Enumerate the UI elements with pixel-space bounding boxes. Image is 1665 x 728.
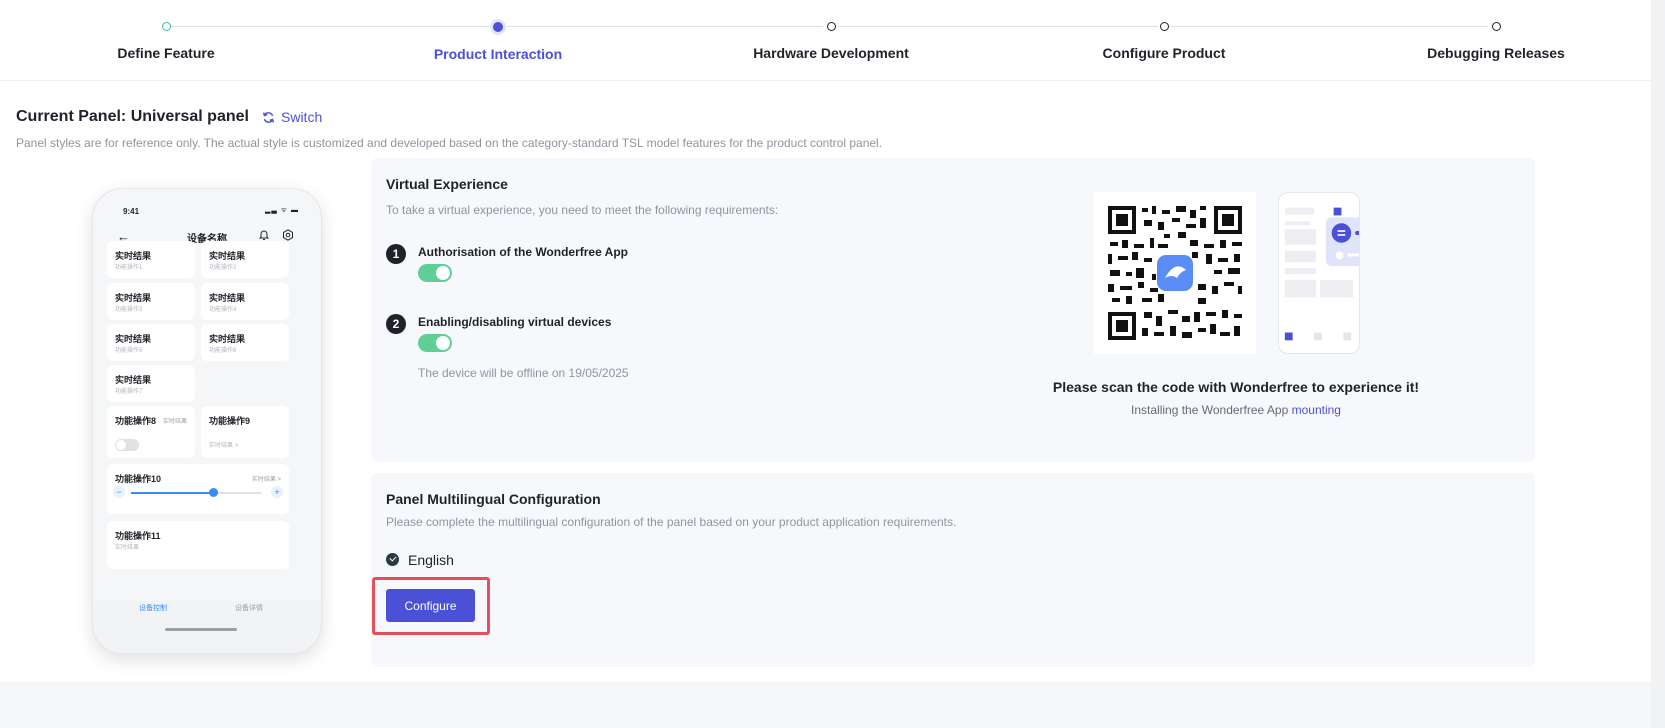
switch-label: Switch <box>281 109 323 125</box>
progress-stepper: Define Feature Product Interaction Hardw… <box>0 0 1665 81</box>
card-title: 实时结果 <box>115 334 152 344</box>
refresh-icon <box>262 111 275 123</box>
requirement-label: Enabling/disabling virtual devices <box>418 315 612 329</box>
language-label: English <box>408 552 454 568</box>
plus-icon: + <box>271 486 283 498</box>
step-number-2: 2 <box>386 314 406 334</box>
phone-screen: 9:41 ▂▃ ᯤ ▬ ← 设备名称 实时结果 功能操作1 实时结果 功能操作2… <box>93 189 321 601</box>
card-value: 实时结果 > <box>251 477 281 483</box>
slider-fill <box>131 492 213 494</box>
step-pending-icon <box>1491 22 1501 31</box>
bell-icon <box>258 230 270 240</box>
card-title: 功能操作9 <box>209 416 251 426</box>
step-label: Product Interaction <box>433 46 563 62</box>
step-define-feature[interactable]: Define Feature <box>56 18 276 61</box>
vertical-scrollbar[interactable] <box>1651 0 1665 728</box>
phone-card: 实时结果 功能操作4 <box>201 283 289 320</box>
card-subtitle: 功能操作6 <box>209 348 237 354</box>
phone-time: 9:41 <box>123 207 140 216</box>
page-title: Current Panel: Universal panel <box>16 108 249 125</box>
step-pending-icon <box>826 22 836 31</box>
phone-tab-bar: 设备控制 设备详情 <box>93 601 321 621</box>
virtual-experience-section: Virtual Experience To take a virtual exp… <box>371 158 1535 462</box>
app-preview-illustration <box>1278 192 1360 354</box>
step-number-1: 1 <box>386 244 406 264</box>
step-product-interaction[interactable]: Product Interaction <box>388 18 608 62</box>
phone-toggle <box>115 439 139 451</box>
phone-card-toggle: 功能操作8 实时结果 <box>107 406 195 458</box>
install-label: Installing the Wonderfree App <box>1131 403 1289 417</box>
step-label: Debugging Releases <box>1427 45 1565 61</box>
mounting-link[interactable]: mounting <box>1292 403 1341 417</box>
card-subtitle: 功能操作3 <box>115 307 143 313</box>
step-label: Define Feature <box>117 45 215 61</box>
card-subtitle: 功能操作2 <box>209 265 237 271</box>
card-subtitle: 实时结果 > <box>209 443 239 449</box>
card-title: 功能操作10 <box>115 474 162 484</box>
phone-card-slider: 功能操作10 实时结果 > − + <box>107 464 289 514</box>
card-title: 实时结果 <box>209 251 246 261</box>
minus-icon: − <box>113 486 125 498</box>
card-title: 实时结果 <box>115 293 152 303</box>
home-indicator <box>165 628 237 631</box>
card-subtitle: 功能操作5 <box>115 348 143 354</box>
card-subtitle: 功能操作7 <box>115 389 143 395</box>
offline-note: The device will be offline on 19/05/2025 <box>418 366 629 380</box>
card-subtitle: 功能操作4 <box>209 307 237 313</box>
multilingual-section: Panel Multilingual Configuration Please … <box>371 473 1535 667</box>
requirement-label: Authorisation of the Wonderfree App <box>418 245 628 259</box>
check-circle-icon <box>386 553 399 566</box>
step-configure-product[interactable]: Configure Product <box>1054 18 1274 61</box>
multilingual-description: Please complete the multilingual configu… <box>386 515 957 529</box>
phone-card: 实时结果 功能操作7 <box>107 365 195 402</box>
virtual-experience-title: Virtual Experience <box>386 176 508 192</box>
card-subtitle: 功能操作1 <box>115 265 143 271</box>
card-title: 功能操作8 <box>115 416 157 426</box>
card-value: 实时结果 <box>162 419 187 425</box>
slider-knob <box>209 488 218 497</box>
phone-card: 实时结果 功能操作3 <box>107 283 195 320</box>
step-label: Configure Product <box>1102 45 1226 61</box>
scan-instruction: Please scan the code with Wonderfree to … <box>1052 379 1420 395</box>
phone-card: 实时结果 功能操作6 <box>201 324 289 361</box>
panel-description: Panel styles are for reference only. The… <box>16 136 883 150</box>
step-hardware-development[interactable]: Hardware Development <box>721 18 941 61</box>
card-title: 实时结果 <box>115 251 152 261</box>
step-active-icon <box>493 22 503 32</box>
phone-card: 实时结果 功能操作5 <box>107 324 195 361</box>
phone-card: 实时结果 功能操作1 <box>107 241 195 278</box>
phone-card: 功能操作11 实时结果 <box>107 521 289 569</box>
configure-button[interactable]: Configure <box>386 589 475 622</box>
card-title: 实时结果 <box>209 334 246 344</box>
step-pending-icon <box>1159 22 1169 31</box>
card-title: 实时结果 <box>115 375 152 385</box>
step-label: Hardware Development <box>753 45 909 61</box>
gear-icon <box>283 229 293 241</box>
phone-preview: 9:41 ▂▃ ᯤ ▬ ← 设备名称 实时结果 功能操作1 实时结果 功能操作2… <box>92 188 322 654</box>
switch-panel-button[interactable]: Switch <box>262 109 322 125</box>
card-subtitle: 实时结果 <box>115 545 140 551</box>
phone-tab-control: 设备控制 <box>139 605 167 612</box>
virtual-device-toggle[interactable] <box>418 334 452 352</box>
virtual-experience-description: To take a virtual experience, you need t… <box>386 203 779 217</box>
card-title: 实时结果 <box>209 293 246 303</box>
phone-card: 功能操作9 实时结果 > <box>201 406 289 458</box>
install-app-text: Installing the Wonderfree App mounting <box>1051 403 1421 417</box>
authorisation-toggle[interactable] <box>418 264 452 282</box>
card-title: 功能操作11 <box>115 531 161 541</box>
phone-tab-details: 设备详情 <box>235 605 263 612</box>
step-debugging-releases[interactable]: Debugging Releases <box>1386 18 1606 61</box>
step-done-icon <box>161 22 171 31</box>
page-bottom-strip <box>0 682 1665 728</box>
qr-code-icon <box>1094 192 1256 354</box>
phone-status-icons: ▂▃ ᯤ ▬ <box>264 207 299 214</box>
multilingual-title: Panel Multilingual Configuration <box>386 491 601 507</box>
phone-card: 实时结果 功能操作2 <box>201 241 289 278</box>
